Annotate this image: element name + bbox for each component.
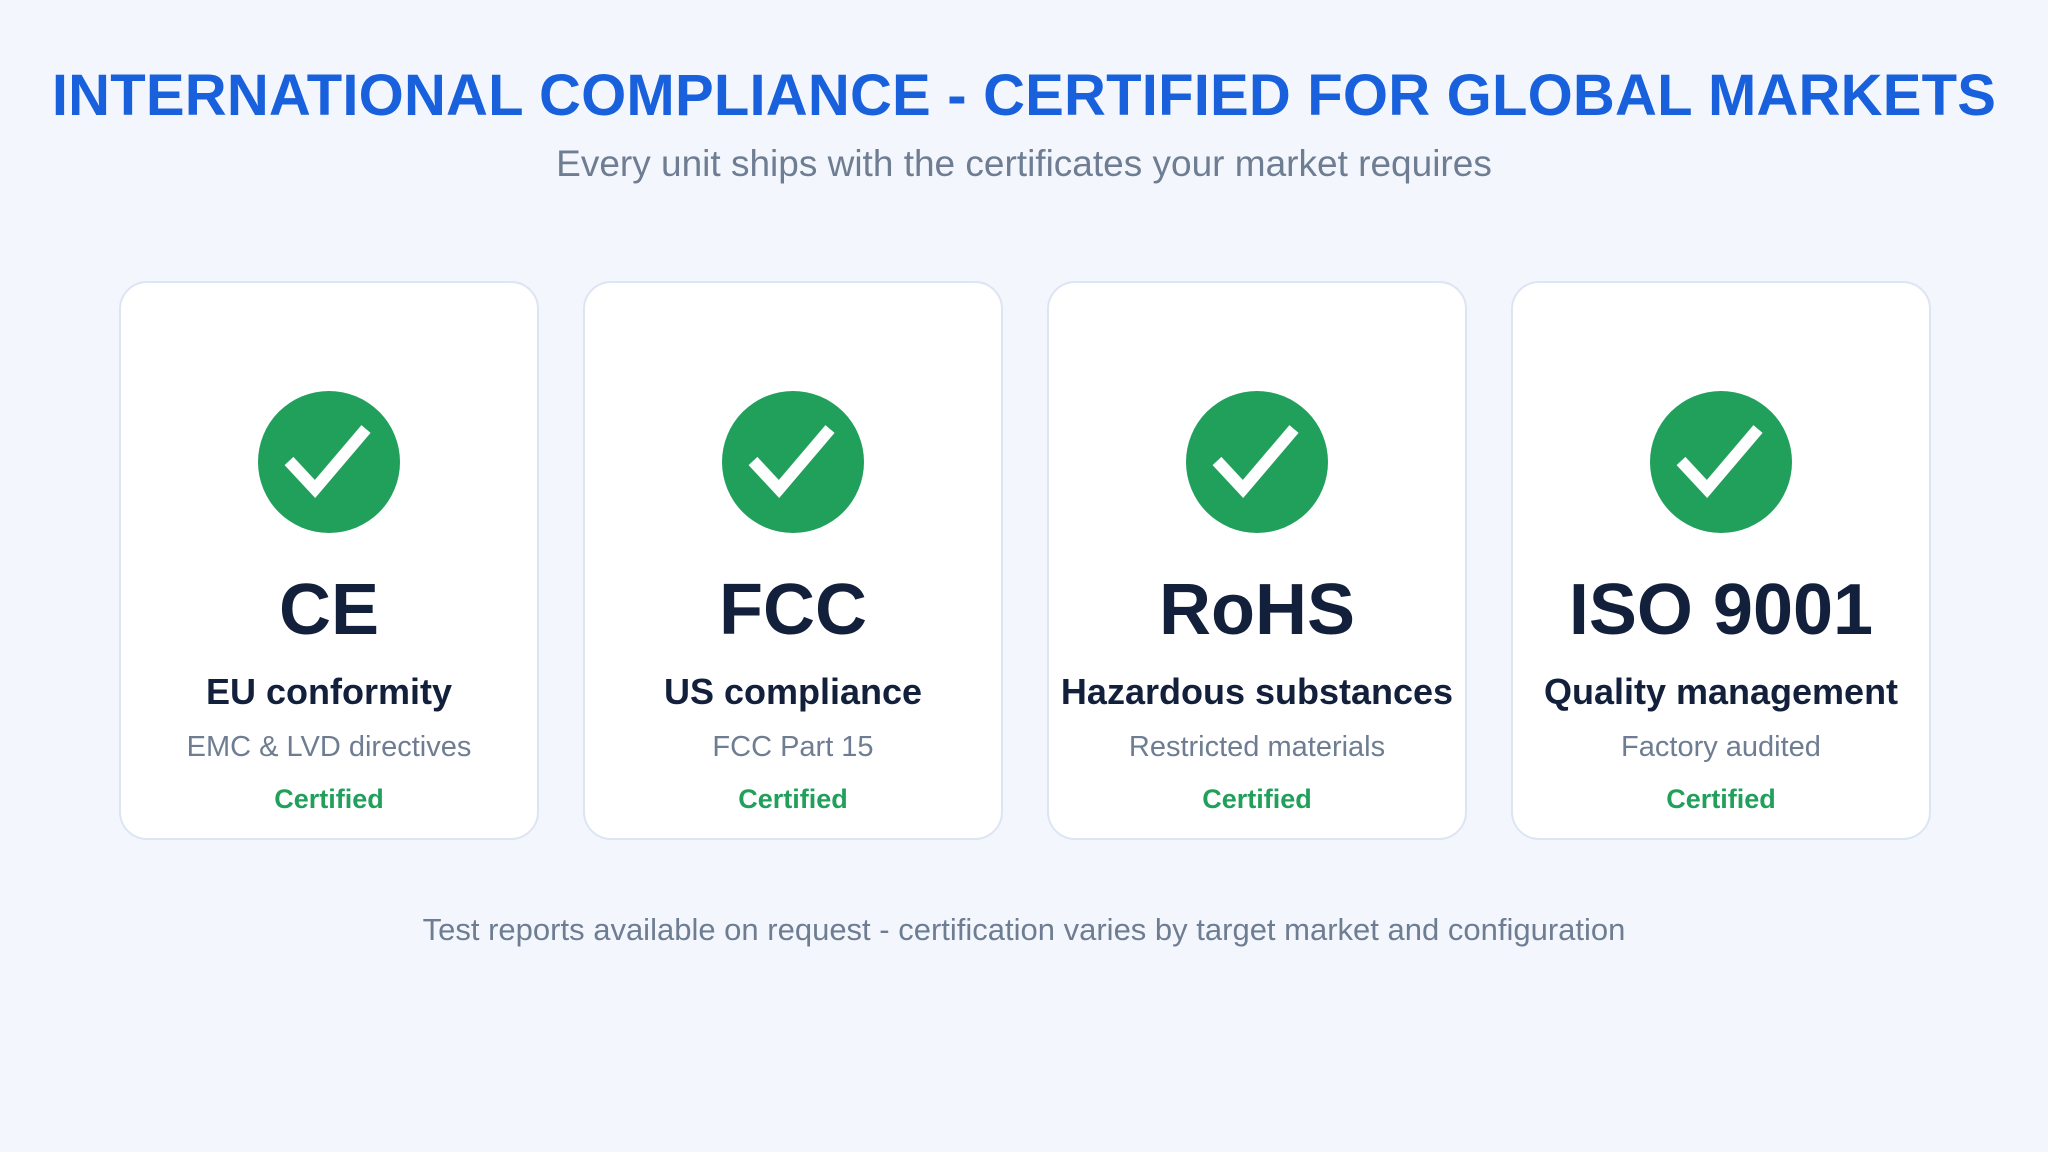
check-circle-icon [1650,391,1792,533]
certification-name: CE [278,570,380,650]
certification-status: Certified [274,784,384,814]
certification-scope: Hazardous substances [1060,671,1454,712]
certification-status: Certified [738,784,848,814]
certification-status: Certified [1202,784,1312,814]
certification-card-rohs: RoHS Hazardous substances Restricted mat… [1047,281,1467,840]
certification-scope: EU conformity [205,671,453,712]
page-title: INTERNATIONAL COMPLIANCE - CERTIFIED FOR… [51,63,1997,128]
certification-card-ce: CE EU conformity EMC & LVD directives Ce… [119,281,539,840]
check-circle-icon [722,391,864,533]
certification-scope: US compliance [663,671,923,712]
page-subtitle: Every unit ships with the certificates y… [556,143,1492,184]
certification-detail: EMC & LVD directives [186,731,472,763]
certification-name: FCC [719,570,867,650]
certification-detail: FCC Part 15 [712,731,874,763]
footnote: Test reports available on request - cert… [422,912,1626,947]
certification-card-fcc: FCC US compliance FCC Part 15 Certified [583,281,1003,840]
certification-detail: Restricted materials [1128,731,1386,763]
certification-detail: Factory audited [1621,731,1821,763]
check-circle-icon [1186,391,1328,533]
certification-scope: Quality management [1543,671,1899,712]
certification-name: ISO 9001 [1568,570,1874,650]
certification-cards: CE EU conformity EMC & LVD directives Ce… [0,281,2048,840]
certification-name: RoHS [1159,570,1355,650]
check-circle-icon [258,391,400,533]
certification-card-iso-9001: ISO 9001 Quality management Factory audi… [1511,281,1931,840]
certification-status: Certified [1666,784,1776,814]
